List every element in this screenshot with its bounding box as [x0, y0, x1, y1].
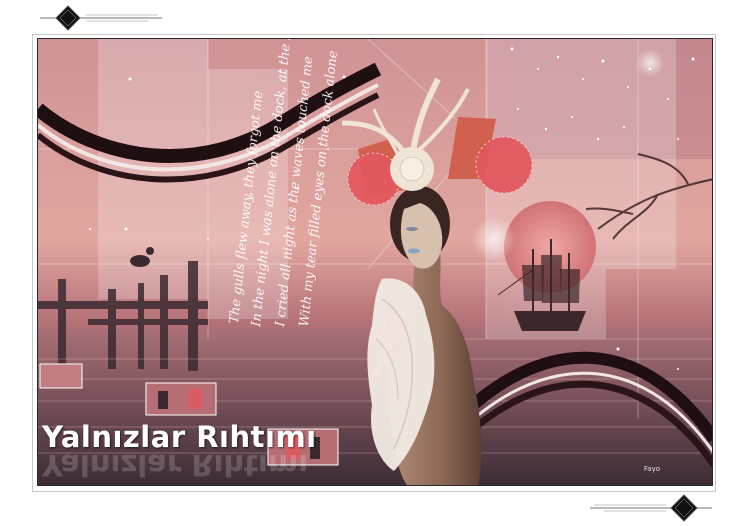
artwork-scene [38, 39, 712, 485]
artwork-canvas: The gulls flew away, they forgot me In t… [37, 38, 713, 486]
top-left-diamond-ornament-icon [40, 5, 162, 31]
artist-signature: Fayo [643, 465, 660, 473]
bottom-right-diamond-ornament-icon [590, 494, 712, 522]
poem-block: The gulls flew away, they forgot me In t… [228, 39, 341, 328]
artwork-title: Yalnızlar Rıhtımı [42, 420, 317, 454]
